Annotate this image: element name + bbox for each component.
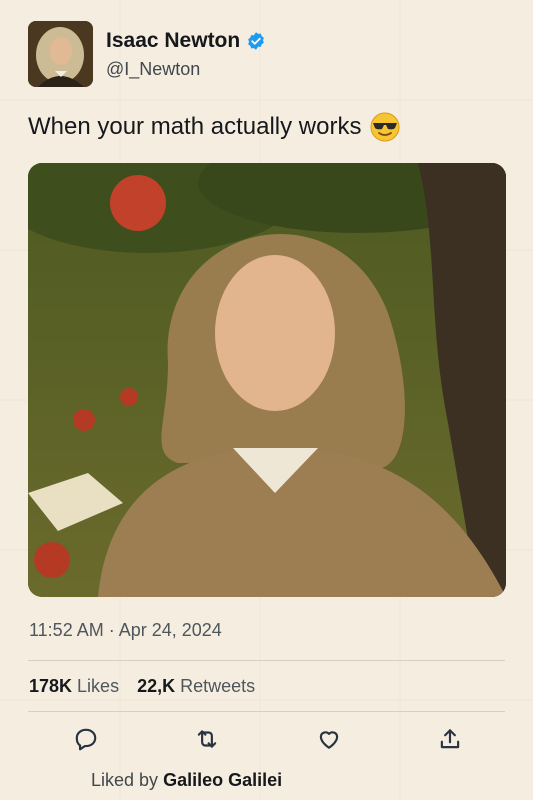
retweets-label: Retweets: [180, 676, 256, 696]
liked-by-prefix: Liked by: [91, 770, 159, 790]
like-button[interactable]: [313, 724, 345, 754]
reply-button[interactable]: [70, 724, 102, 754]
likes-stat[interactable]: 178K Likes: [29, 676, 119, 697]
author-avatar[interactable]: [28, 21, 93, 87]
share-icon: [440, 729, 460, 749]
author-name[interactable]: Isaac Newton: [106, 29, 240, 53]
verified-badge-icon: [248, 32, 265, 50]
divider: [28, 660, 505, 661]
retweet-button[interactable]: [191, 724, 223, 754]
portrait-avatar-icon: [28, 21, 93, 87]
liked-by-name[interactable]: Galileo Galilei: [163, 770, 282, 790]
tweet-body: When your math actually works: [28, 113, 362, 140]
tweet-actions: [70, 724, 466, 754]
liked-by: Liked by Galileo Galilei: [91, 770, 282, 791]
share-button[interactable]: [434, 724, 466, 754]
tweet-timestamp[interactable]: 11:52 AM · Apr 24, 2024: [29, 620, 222, 641]
sunglasses-emoji-icon: [370, 112, 400, 142]
tweet-stats: 178K Likes 22,K Retweets: [29, 676, 255, 697]
tweet-text: When your math actually works: [28, 111, 401, 143]
author-handle[interactable]: @I_Newton: [106, 59, 200, 80]
divider: [28, 711, 505, 712]
selfie-under-apple-tree-image: [28, 163, 506, 597]
tweet-image[interactable]: [28, 163, 506, 597]
retweets-stat[interactable]: 22,K Retweets: [137, 676, 255, 697]
likes-label: Likes: [77, 676, 120, 696]
retweet-icon: [198, 730, 217, 748]
likes-count: 178K: [29, 676, 73, 696]
retweets-count: 22,K: [137, 676, 176, 696]
reply-icon: [75, 728, 97, 751]
like-icon: [319, 731, 338, 749]
